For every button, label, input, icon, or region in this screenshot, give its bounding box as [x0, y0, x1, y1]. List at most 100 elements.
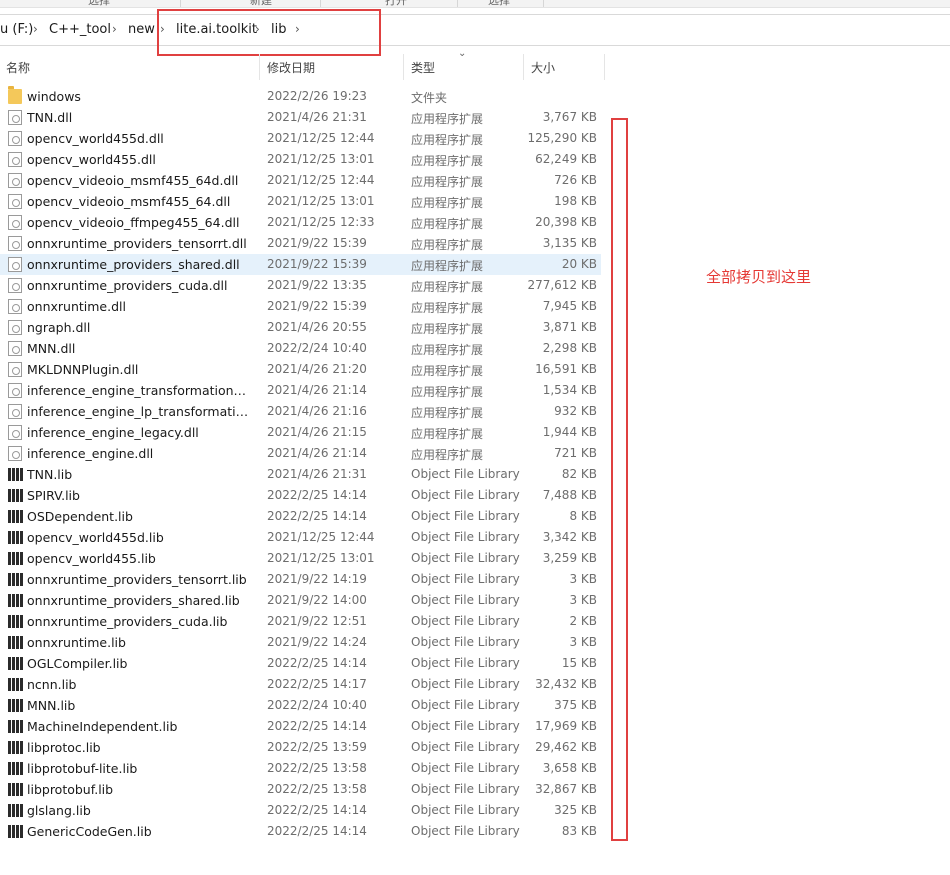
file-date: 2022/2/25 14:14 [267, 824, 367, 838]
address-bar[interactable]: u (F:) › C++_tool › new › lite.ai.toolki… [0, 14, 950, 46]
dll-file-icon [8, 362, 22, 377]
file-row[interactable]: onnxruntime_providers_shared.lib 2021/9/2… [0, 590, 601, 611]
file-row[interactable]: onnxruntime_providers_tensorrt.dll 2021/9… [0, 233, 601, 254]
file-row[interactable]: OSDependent.lib 2022/2/25 14:14 Object Fil… [0, 506, 601, 527]
file-row[interactable]: GenericCodeGen.lib 2022/2/25 14:14 Object … [0, 821, 601, 842]
dll-file-icon [8, 446, 22, 461]
file-date: 2022/2/25 14:14 [267, 656, 367, 670]
file-row[interactable]: ngraph.dll 2021/4/26 20:55 应用程序扩展 3,871 KB [0, 317, 601, 338]
breadcrumb-item[interactable]: new [128, 22, 155, 37]
breadcrumb-drive[interactable]: u (F:) [0, 22, 33, 37]
file-name: opencv_world455d.dll [27, 131, 164, 146]
lib-file-icon [8, 551, 23, 566]
file-row[interactable]: MNN.lib 2022/2/24 10:40 Object File Librar… [0, 695, 601, 716]
file-row[interactable]: TNN.lib 2021/4/26 21:31 Object File Librar… [0, 464, 601, 485]
column-header-type[interactable]: 类型 [411, 59, 435, 76]
file-name: libprotobuf.lib [27, 782, 114, 797]
chevron-right-icon[interactable]: › [112, 22, 117, 36]
file-row[interactable]: ncnn.lib 2022/2/25 14:17 Object File Libra… [0, 674, 601, 695]
column-divider[interactable] [403, 54, 404, 80]
file-name: opencv_world455.lib [27, 551, 156, 566]
file-size: 3 KB [569, 572, 597, 586]
file-row[interactable]: opencv_videoio_ffmpeg455_64.dll 2021/12/2… [0, 212, 601, 233]
column-header-date[interactable]: 修改日期 [267, 59, 315, 76]
file-row[interactable]: OGLCompiler.lib 2022/2/25 14:14 Object Fil… [0, 653, 601, 674]
file-type: Object File Library [411, 761, 520, 775]
file-size: 3 KB [569, 593, 597, 607]
file-row[interactable]: MKLDNNPlugin.dll 2021/4/26 21:20 应用程序扩展 16,… [0, 359, 601, 380]
file-size: 29,462 KB [535, 740, 597, 754]
file-name: opencv_world455.dll [27, 152, 156, 167]
file-row[interactable]: onnxruntime_providers_cuda.dll 2021/9/22 … [0, 275, 601, 296]
lib-file-icon [8, 488, 23, 503]
file-type: Object File Library [411, 614, 520, 628]
file-row[interactable]: onnxruntime_providers_shared.dll 2021/9/2… [0, 254, 601, 275]
file-name: ncnn.lib [27, 677, 77, 692]
file-type: Object File Library [411, 824, 520, 838]
file-name: inference_engine_transformations.dll [27, 383, 252, 398]
ribbon-new-label[interactable]: 新建 [250, 0, 272, 7]
file-row[interactable]: opencv_videoio_msmf455_64d.dll 2021/12/25… [0, 170, 601, 191]
lib-file-icon [8, 656, 23, 671]
file-name: onnxruntime.dll [27, 299, 126, 314]
ribbon-select-label[interactable]: 选择 [88, 0, 110, 7]
file-type: 应用程序扩展 [411, 427, 484, 441]
file-type: Object File Library [411, 551, 520, 565]
file-row[interactable]: inference_engine.dll 2021/4/26 21:14 应用程序扩… [0, 443, 601, 464]
file-type: 应用程序扩展 [411, 175, 484, 189]
chevron-right-icon[interactable]: › [33, 22, 38, 36]
file-name: inference_engine.dll [27, 446, 154, 461]
file-size: 3,871 KB [542, 320, 597, 334]
file-row[interactable]: opencv_world455d.lib 2021/12/25 12:44 Obje… [0, 527, 601, 548]
file-row[interactable]: windows 2022/2/26 19:23 文件夹 [0, 86, 601, 107]
file-row[interactable]: MachineIndependent.lib 2022/2/25 14:14 Obj… [0, 716, 601, 737]
file-size: 726 KB [554, 173, 597, 187]
file-size: 3,135 KB [542, 236, 597, 250]
file-type: Object File Library [411, 530, 520, 544]
file-row[interactable]: onnxruntime.dll 2021/9/22 15:39 应用程序扩展 7,94… [0, 296, 601, 317]
column-header-size[interactable]: 大小 [531, 59, 555, 76]
file-row[interactable]: libprotobuf-lite.lib 2022/2/25 13:58 Objec… [0, 758, 601, 779]
dll-file-icon [8, 173, 22, 188]
file-date: 2021/12/25 13:01 [267, 152, 375, 166]
file-size: 3,259 KB [542, 551, 597, 565]
file-row[interactable]: libprotobuf.lib 2022/2/25 13:58 Object Fil… [0, 779, 601, 800]
column-divider[interactable] [523, 54, 524, 80]
file-date: 2022/2/25 14:14 [267, 803, 367, 817]
file-row[interactable]: opencv_world455.lib 2021/12/25 13:01 Objec… [0, 548, 601, 569]
file-row[interactable]: opencv_world455d.dll 2021/12/25 12:44 应用程序… [0, 128, 601, 149]
dll-file-icon [8, 383, 22, 398]
file-type: Object File Library [411, 677, 520, 691]
file-type: 应用程序扩展 [411, 385, 484, 399]
file-name: onnxruntime_providers_shared.lib [27, 593, 240, 608]
column-divider[interactable] [604, 54, 605, 80]
file-type: 文件夹 [411, 91, 448, 105]
file-row[interactable]: onnxruntime_providers_tensorrt.lib 2021/9… [0, 569, 601, 590]
file-type: 应用程序扩展 [411, 406, 484, 420]
lib-file-icon [8, 467, 23, 482]
column-divider[interactable] [259, 54, 260, 80]
file-row[interactable]: SPIRV.lib 2022/2/25 14:14 Object File Libr… [0, 485, 601, 506]
file-date: 2021/4/26 21:16 [267, 404, 367, 418]
breadcrumb-item[interactable]: C++_tool [49, 22, 111, 37]
file-row[interactable]: onnxruntime.lib 2021/9/22 14:24 Object Fil… [0, 632, 601, 653]
file-row[interactable]: inference_engine_lp_transformations.... 2… [0, 401, 601, 422]
column-header-name[interactable]: 名称 [6, 59, 30, 76]
file-row[interactable]: TNN.dll 2021/4/26 21:31 应用程序扩展 3,767 KB [0, 107, 601, 128]
file-row[interactable]: opencv_videoio_msmf455_64.dll 2021/12/25 … [0, 191, 601, 212]
dll-file-icon [8, 194, 22, 209]
ribbon-open-label[interactable]: 打开 [385, 0, 407, 7]
file-row[interactable]: inference_engine_transformations.dll 2021… [0, 380, 601, 401]
dll-file-icon [8, 215, 22, 230]
file-date: 2021/4/26 21:31 [267, 467, 367, 481]
ribbon-select2-label[interactable]: 选择 [488, 0, 510, 7]
file-name: onnxruntime_providers_cuda.dll [27, 278, 228, 293]
lib-file-icon [8, 803, 23, 818]
file-row[interactable]: MNN.dll 2022/2/24 10:40 应用程序扩展 2,298 KB [0, 338, 601, 359]
file-row[interactable]: inference_engine_legacy.dll 2021/4/26 21:… [0, 422, 601, 443]
file-row[interactable]: onnxruntime_providers_cuda.lib 2021/9/22 … [0, 611, 601, 632]
file-row[interactable]: opencv_world455.dll 2021/12/25 13:01 应用程序扩… [0, 149, 601, 170]
file-row[interactable]: glslang.lib 2022/2/25 14:14 Object File Li… [0, 800, 601, 821]
file-name: glslang.lib [27, 803, 91, 818]
file-row[interactable]: libprotoc.lib 2022/2/25 13:59 Object File … [0, 737, 601, 758]
